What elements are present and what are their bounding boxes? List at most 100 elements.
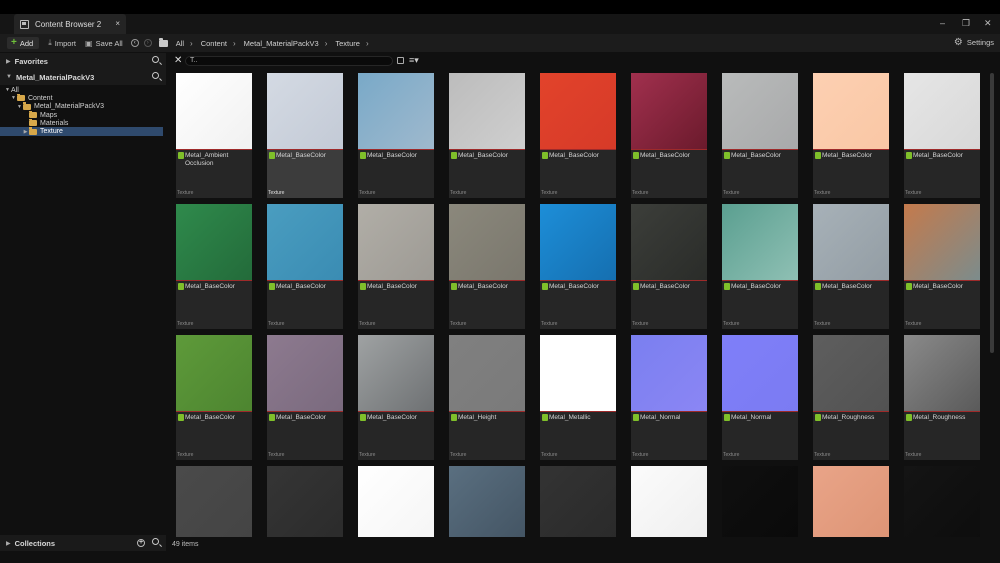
texture-thumbnail: [722, 204, 798, 280]
asset-tile[interactable]: Metal_BaseColor Texture: [267, 204, 343, 329]
breadcrumb-texture[interactable]: Texture: [335, 39, 360, 48]
asset-tile[interactable]: Metal_Normal Texture: [631, 335, 707, 460]
asset-name-label: Metal_BaseColor: [185, 414, 235, 421]
settings-button[interactable]: ⚙ Settings: [954, 37, 994, 48]
asset-tile[interactable]: Metal_BaseColor Texture: [358, 204, 434, 329]
tree-item-all[interactable]: ▼ All: [0, 86, 166, 94]
texture-thumbnail: [540, 73, 616, 149]
texture-thumbnail: [631, 466, 707, 537]
asset-name: Metal_BaseColor: [360, 152, 432, 160]
texture-asset-icon: [451, 152, 457, 159]
folder-icon[interactable]: [158, 37, 168, 47]
asset-tile[interactable]: Metal_BaseColor Texture: [176, 335, 252, 460]
expanded-arrow-icon[interactable]: ▼: [4, 87, 11, 93]
save-search-icon[interactable]: [397, 57, 404, 64]
asset-tile[interactable]: Metal_Height Texture: [449, 335, 525, 460]
asset-tile[interactable]: [267, 466, 343, 537]
asset-type-label: Texture: [359, 321, 376, 327]
texture-thumbnail: [176, 73, 252, 149]
asset-tile[interactable]: [904, 466, 980, 537]
breadcrumb-all[interactable]: All: [176, 39, 184, 48]
add-button[interactable]: + Add: [7, 37, 40, 49]
favorites-header[interactable]: ▶ Favorites: [0, 53, 166, 69]
asset-type-label: Texture: [268, 452, 285, 458]
asset-tile[interactable]: Metal_BaseColor Texture: [904, 73, 980, 198]
asset-tile[interactable]: Metal_BaseColor Texture: [449, 204, 525, 329]
asset-type-bar: [722, 280, 798, 281]
breadcrumb-separator-icon[interactable]: ›: [325, 39, 328, 48]
asset-type-label: Texture: [450, 321, 467, 327]
collapsed-arrow-icon[interactable]: ▶: [22, 129, 29, 135]
asset-name: Metal_BaseColor: [451, 152, 523, 160]
asset-name: Metal_Normal: [633, 414, 705, 422]
asset-tile[interactable]: Metal_BaseColor Texture: [631, 73, 707, 198]
asset-tile[interactable]: Metal_BaseColor Texture: [540, 73, 616, 198]
texture-asset-icon: [360, 152, 366, 159]
tree-item-texture[interactable]: ▶ Texture: [0, 127, 163, 136]
tab-close-icon[interactable]: ×: [115, 19, 120, 28]
texture-thumbnail: [540, 466, 616, 537]
asset-tile[interactable]: Metal_BaseColor Texture: [631, 204, 707, 329]
asset-tile[interactable]: Metal_BaseColor Texture: [904, 204, 980, 329]
asset-tile[interactable]: [176, 466, 252, 537]
tree-item-metal-materialpackv3[interactable]: ▼ Metal_MaterialPackV3: [0, 102, 166, 111]
search-icon[interactable]: [152, 72, 159, 81]
asset-tile[interactable]: [540, 466, 616, 537]
project-header[interactable]: ▼ Metal_MaterialPackV3: [0, 69, 166, 85]
expanded-arrow-icon[interactable]: ▼: [16, 104, 23, 110]
asset-tile[interactable]: [813, 466, 889, 537]
texture-thumbnail: [449, 335, 525, 411]
asset-tile[interactable]: [449, 466, 525, 537]
search-icon[interactable]: [152, 56, 159, 65]
asset-tile[interactable]: [722, 466, 798, 537]
asset-tile[interactable]: Metal_BaseColor Texture: [540, 204, 616, 329]
asset-type-bar: [722, 411, 798, 412]
breadcrumb-pack[interactable]: Metal_MaterialPackV3: [244, 39, 319, 48]
asset-tile[interactable]: Metal_BaseColor Texture: [176, 204, 252, 329]
tree-item-label: Texture: [40, 128, 63, 136]
asset-tile[interactable]: [358, 466, 434, 537]
add-collection-icon[interactable]: +: [137, 538, 145, 547]
asset-tile[interactable]: Metal_BaseColor Texture: [722, 73, 798, 198]
expanded-arrow-icon[interactable]: ▼: [10, 95, 17, 101]
asset-type-bar: [267, 411, 343, 412]
asset-tile[interactable]: Metal_Metallic Texture: [540, 335, 616, 460]
tree-item-materials[interactable]: Materials: [0, 118, 166, 127]
search-input[interactable]: T..: [185, 56, 393, 66]
asset-name: Metal_BaseColor: [360, 283, 432, 291]
import-button[interactable]: ⤓ Import: [48, 38, 76, 48]
tab-content-browser[interactable]: Content Browser 2 ×: [14, 14, 126, 34]
breadcrumb-separator-icon[interactable]: ›: [190, 39, 193, 48]
clear-search-icon[interactable]: ✕: [174, 55, 182, 67]
back-icon[interactable]: ‹: [130, 39, 139, 47]
breadcrumb-separator-icon[interactable]: ›: [366, 39, 369, 48]
asset-tile[interactable]: [631, 466, 707, 537]
scrollbar[interactable]: [990, 73, 994, 353]
asset-tile[interactable]: Metal_Normal Texture: [722, 335, 798, 460]
close-button[interactable]: ✕: [984, 18, 992, 29]
save-all-button[interactable]: ▣ Save All: [85, 39, 123, 48]
tree-item-maps[interactable]: Maps: [0, 110, 166, 119]
asset-tile[interactable]: Metal_BaseColor Texture: [813, 73, 889, 198]
breadcrumb-separator-icon[interactable]: ›: [233, 39, 236, 48]
asset-tile[interactable]: Metal_BaseColor Texture: [267, 335, 343, 460]
forward-icon[interactable]: ›: [143, 39, 152, 47]
restore-button[interactable]: ❐: [962, 18, 970, 29]
asset-tile[interactable]: Metal_Roughness Texture: [813, 335, 889, 460]
asset-tile[interactable]: Metal_Roughness Texture: [904, 335, 980, 460]
asset-tile[interactable]: Metal_BaseColor Texture: [267, 73, 343, 198]
breadcrumb-content[interactable]: Content: [201, 39, 227, 48]
asset-tile[interactable]: Metal_Ambient Occlusion Texture: [176, 73, 252, 198]
asset-tile[interactable]: Metal_BaseColor Texture: [813, 204, 889, 329]
asset-tile[interactable]: Metal_BaseColor Texture: [722, 204, 798, 329]
asset-tile[interactable]: Metal_BaseColor Texture: [358, 73, 434, 198]
collections-header[interactable]: ▶ Collections +: [0, 535, 166, 551]
asset-type-bar: [176, 280, 252, 281]
texture-asset-icon: [906, 414, 912, 421]
search-icon[interactable]: [152, 538, 159, 547]
asset-name: Metal_BaseColor: [178, 283, 250, 291]
minimize-button[interactable]: –: [940, 18, 945, 28]
asset-tile[interactable]: Metal_BaseColor Texture: [358, 335, 434, 460]
asset-tile[interactable]: Metal_BaseColor Texture: [449, 73, 525, 198]
filter-icon[interactable]: ≡▾: [409, 55, 419, 66]
